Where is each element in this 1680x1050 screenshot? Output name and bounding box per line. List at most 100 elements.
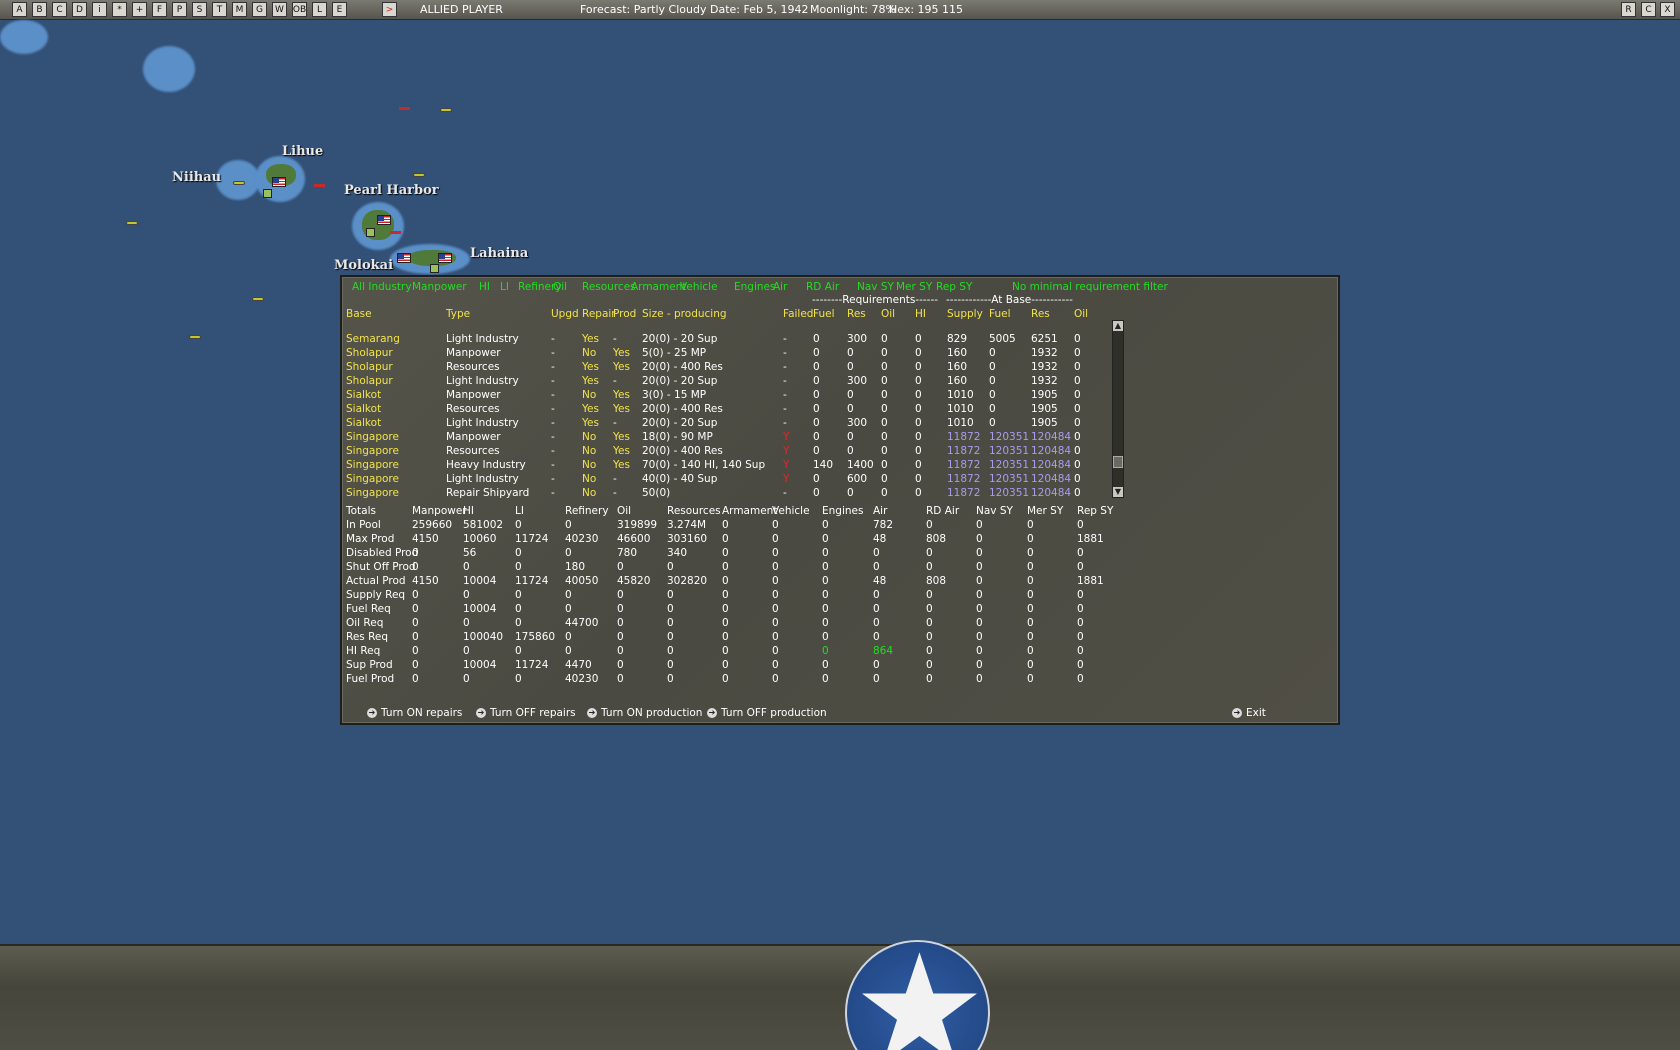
- turn-on-production-button[interactable]: ➔ Turn ON production: [587, 707, 702, 719]
- enemy-unit-icon[interactable]: [314, 184, 325, 187]
- filter-rd-air[interactable]: RD Air: [806, 281, 839, 294]
- column-header-repair[interactable]: Repair: [582, 308, 616, 321]
- enemy-unit-icon[interactable]: [390, 231, 401, 234]
- window-control-2-icon[interactable]: X: [1660, 2, 1675, 17]
- column-header-type[interactable]: Type: [446, 308, 470, 321]
- table-row[interactable]: Sialkot Manpower - No Yes 3(0) - 15 MP - 0 0 0 0 10…: [342, 389, 1112, 403]
- filter-oil[interactable]: Oil: [553, 281, 567, 294]
- table-scrollbar[interactable]: ▲ ▼: [1112, 320, 1124, 498]
- table-row[interactable]: Singapore Light Industry - No - 40(0) - 40 Su…: [342, 473, 1112, 487]
- column-header-failed[interactable]: Failed: [783, 308, 813, 321]
- table-row[interactable]: Singapore Resources - No Yes 20(0) - 400 Res Y…: [342, 445, 1112, 459]
- filter-hi[interactable]: HI: [479, 281, 490, 294]
- column-header-oil[interactable]: Oil: [1074, 308, 1088, 321]
- table-row[interactable]: Semarang Light Industry - Yes - 20(0) - 20 Su…: [342, 333, 1112, 347]
- filter-mer-sy[interactable]: Mer SY: [896, 281, 932, 294]
- column-header-supply[interactable]: Supply: [947, 308, 983, 321]
- column-header-upgd[interactable]: Upgd: [551, 308, 579, 321]
- toolbar-4-icon[interactable]: i: [92, 2, 107, 17]
- us-flag-icon[interactable]: [377, 215, 391, 225]
- toolbar-1-icon[interactable]: B: [32, 2, 47, 17]
- toolbar-15-icon[interactable]: L: [312, 2, 327, 17]
- toolbar-3-icon[interactable]: D: [72, 2, 87, 17]
- table-row[interactable]: Sholapur Resources - Yes Yes 20(0) - 400 Res -…: [342, 361, 1112, 375]
- base-icon[interactable]: [366, 228, 375, 237]
- table-row[interactable]: Singapore Heavy Industry - No Yes 70(0) - 140…: [342, 459, 1112, 473]
- column-header-res[interactable]: Res: [847, 308, 866, 321]
- filter-vehicle[interactable]: Vehicle: [680, 281, 718, 294]
- column-header-fuel[interactable]: Fuel: [989, 308, 1011, 321]
- toolbar-17-icon[interactable]: >: [382, 2, 397, 17]
- filter-all-industry[interactable]: All Industry: [352, 281, 412, 294]
- cell-res: 0: [847, 347, 854, 359]
- cell-boil: 0: [1074, 417, 1081, 429]
- column-header-prod[interactable]: Prod: [613, 308, 636, 321]
- table-row[interactable]: Sialkot Light Industry - Yes - 20(0) - 20 Sup…: [342, 417, 1112, 431]
- ship-icon[interactable]: [126, 221, 138, 225]
- column-header-oil[interactable]: Oil: [881, 308, 895, 321]
- toolbar-12-icon[interactable]: G: [252, 2, 267, 17]
- ship-icon[interactable]: [233, 181, 245, 185]
- ship-icon[interactable]: [413, 173, 425, 177]
- toolbar-5-icon[interactable]: *: [112, 2, 127, 17]
- place-label: Lihue: [282, 144, 324, 159]
- filter-armament[interactable]: Armament: [631, 281, 686, 294]
- base-icon[interactable]: [430, 264, 439, 273]
- filter-nav-sy[interactable]: Nav SY: [857, 281, 894, 294]
- toolbar-9-icon[interactable]: S: [192, 2, 207, 17]
- column-header-fuel[interactable]: Fuel: [813, 308, 835, 321]
- toolbar-11-icon[interactable]: M: [232, 2, 247, 17]
- turn-off-repairs-button[interactable]: ➔ Turn OFF repairs: [476, 707, 576, 719]
- toolbar-7-icon[interactable]: F: [152, 2, 167, 17]
- totals-cell: 0: [463, 561, 470, 573]
- toolbar-16-icon[interactable]: E: [332, 2, 347, 17]
- column-header-res[interactable]: Res: [1031, 308, 1050, 321]
- cell-failed: -: [783, 487, 787, 499]
- column-header-hi[interactable]: HI: [915, 308, 926, 321]
- filter-resources[interactable]: Resources: [582, 281, 636, 294]
- table-row[interactable]: Sholapur Light Industry - Yes - 20(0) - 20 Su…: [342, 375, 1112, 389]
- toolbar-8-icon[interactable]: P: [172, 2, 187, 17]
- totals-cell: 0: [772, 519, 779, 531]
- scroll-up-icon[interactable]: ▲: [1113, 321, 1123, 331]
- turn-off-production-button[interactable]: ➔ Turn OFF production: [707, 707, 827, 719]
- top-toolbar: A B C Di * + F P S T M G W OB L E > ALLIED PLAYER Foreca…: [0, 0, 1680, 20]
- window-control-1-icon[interactable]: C: [1641, 2, 1656, 17]
- window-control-0-icon[interactable]: R: [1621, 2, 1636, 17]
- totals-row: Actual Prod 4150 10004 11724 40050 45820 30282…: [342, 575, 1112, 589]
- filter-air[interactable]: Air: [773, 281, 787, 294]
- ship-icon[interactable]: [440, 108, 452, 112]
- toolbar-13-icon[interactable]: W: [272, 2, 287, 17]
- us-flag-icon[interactable]: [397, 253, 411, 263]
- toolbar-0-icon[interactable]: A: [12, 2, 27, 17]
- us-flag-icon[interactable]: [438, 253, 452, 263]
- filter-manpower[interactable]: Manpower: [412, 281, 467, 294]
- table-row[interactable]: Singapore Manpower - No Yes 18(0) - 90 MP Y 0 0 0…: [342, 431, 1112, 445]
- us-flag-icon[interactable]: [272, 177, 286, 187]
- enemy-unit-icon[interactable]: [399, 107, 410, 110]
- ship-icon[interactable]: [252, 297, 264, 301]
- table-row[interactable]: Sholapur Manpower - No Yes 5(0) - 25 MP - 0 0 0 0 1…: [342, 347, 1112, 361]
- toolbar-6-icon[interactable]: +: [132, 2, 147, 17]
- filter-rep-sy[interactable]: Rep SY: [936, 281, 972, 294]
- allied-star-roundel-icon[interactable]: [845, 940, 990, 1050]
- cell-supply: 11872: [947, 487, 981, 499]
- totals-cell: 0: [617, 659, 624, 671]
- toolbar-10-icon[interactable]: T: [212, 2, 227, 17]
- filter-no-minimal-requirement-filter[interactable]: No minimal requirement filter: [1012, 281, 1168, 294]
- ship-icon[interactable]: [189, 335, 201, 339]
- scroll-thumb[interactable]: [1113, 456, 1123, 468]
- filter-engines[interactable]: Engines: [734, 281, 775, 294]
- base-icon[interactable]: [263, 189, 272, 198]
- table-row[interactable]: Sialkot Resources - Yes Yes 20(0) - 400 Res - 0…: [342, 403, 1112, 417]
- scroll-down-icon[interactable]: ▼: [1113, 487, 1123, 497]
- toolbar-14-icon[interactable]: OB: [292, 2, 307, 17]
- column-header-size-producing[interactable]: Size - producing: [642, 308, 727, 321]
- table-row[interactable]: Singapore Repair Shipyard - No - 50(0) - 0 0 0 0 11…: [342, 487, 1112, 501]
- toolbar-2-icon[interactable]: C: [52, 2, 67, 17]
- turn-on-repairs-button[interactable]: ➔ Turn ON repairs: [367, 707, 462, 719]
- filter-li[interactable]: LI: [500, 281, 509, 294]
- column-header-base[interactable]: Base: [346, 308, 372, 321]
- exit-button[interactable]: ➔ Exit: [1232, 707, 1266, 719]
- totals-row-label: HI Req: [346, 645, 381, 657]
